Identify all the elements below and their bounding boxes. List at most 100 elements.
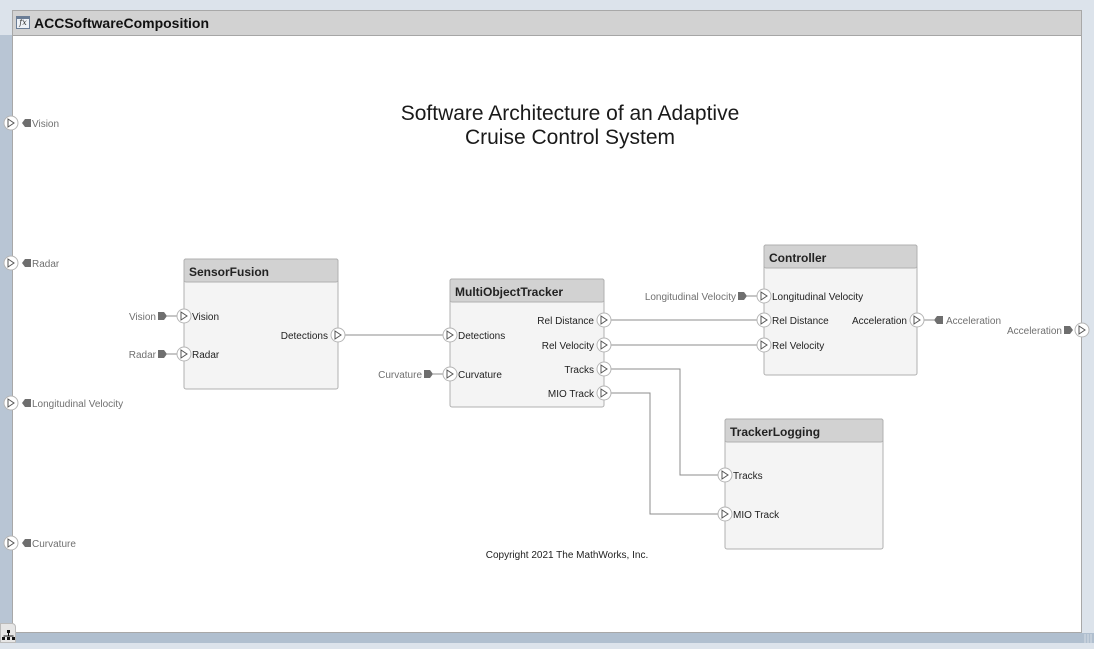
inport-label: Detections [458, 331, 505, 342]
external-input-tag [158, 350, 167, 358]
root-outport-circle[interactable] [1074, 322, 1090, 338]
outport-mio-track[interactable]: MIO Track [548, 385, 612, 401]
port-circle [3, 255, 19, 271]
port-circle [3, 535, 19, 551]
external-input-tag [738, 292, 747, 300]
root-inport-circle[interactable] [3, 395, 19, 411]
inport-circle[interactable] [717, 467, 733, 483]
port-circle [3, 395, 19, 411]
inport-rel-distance[interactable]: Rel Distance [756, 312, 829, 328]
external-input-label: Vision [129, 312, 156, 323]
outport-tracks[interactable]: Tracks [564, 361, 612, 377]
root-inport-circle[interactable] [3, 255, 19, 271]
root-inport-radar[interactable]: Radar [3, 255, 60, 271]
copyright-annotation: Copyright 2021 The MathWorks, Inc. [486, 550, 649, 561]
external-input-label: Radar [129, 350, 157, 361]
port-circle [442, 366, 458, 382]
root-inport-circle[interactable] [3, 535, 19, 551]
outport-circle[interactable] [596, 361, 612, 377]
inport-circle[interactable] [176, 346, 192, 362]
inport-circle[interactable] [442, 327, 458, 343]
port-circle [596, 385, 612, 401]
external-input-label: Longitudinal Velocity [645, 292, 736, 303]
diagram-title-line-2: Cruise Control System [465, 126, 675, 149]
outport-circle[interactable] [330, 327, 346, 343]
root-inport-curvature[interactable]: Curvature [3, 535, 76, 551]
inport-tracks[interactable]: Tracks [717, 467, 763, 483]
inport-circle[interactable] [717, 506, 733, 522]
port-circle [717, 467, 733, 483]
port-circle [756, 288, 772, 304]
port-circle [3, 115, 19, 131]
external-input-curvature[interactable]: Curvature [378, 370, 433, 381]
connection-mio-track[interactable] [611, 392, 718, 515]
root-inport-label: Vision [32, 119, 59, 130]
root-outport-acceleration[interactable]: Acceleration [1007, 322, 1090, 338]
inport-label: MIO Track [733, 510, 780, 521]
port-circle [717, 506, 733, 522]
external-output-tag [934, 316, 943, 324]
inport-curvature[interactable]: Curvature [442, 366, 502, 382]
inport-label: Longitudinal Velocity [772, 292, 863, 303]
outport-label: Rel Distance [537, 316, 594, 327]
diagram-title-line-1: Software Architecture of an Adaptive [401, 102, 740, 125]
inport-circle[interactable] [756, 312, 772, 328]
model-hierarchy-button[interactable] [0, 623, 16, 643]
inport-circle[interactable] [756, 337, 772, 353]
external-input-vision[interactable]: Vision [129, 312, 167, 323]
inport-label: Rel Distance [772, 316, 829, 327]
external-input-tag [158, 312, 167, 320]
connection-tracks[interactable] [611, 368, 718, 476]
port-circle [442, 327, 458, 343]
resize-grip-icon[interactable] [1082, 633, 1094, 643]
outport-circle[interactable] [596, 337, 612, 353]
component-controller[interactable]: Controller Longitudinal Velocity Rel Dista… [756, 244, 925, 376]
root-inport-tag [22, 259, 31, 267]
outport-rel-velocity[interactable]: Rel Velocity [542, 337, 612, 353]
external-input-radar[interactable]: Radar [129, 350, 167, 361]
component-sensorfusion[interactable]: SensorFusion Vision Radar Detections [176, 258, 346, 390]
component-name: TrackerLogging [730, 425, 820, 439]
component-name: SensorFusion [189, 265, 269, 279]
outport-circle[interactable] [596, 385, 612, 401]
inport-label: Vision [192, 312, 219, 323]
inport-radar[interactable]: Radar [176, 346, 220, 362]
port-circle [756, 312, 772, 328]
external-output-acceleration[interactable]: Acceleration [934, 316, 1001, 327]
outport-detections[interactable]: Detections [281, 327, 346, 343]
component-multiobjecttracker[interactable]: MultiObjectTracker Detections Curvature Rel… [442, 278, 612, 408]
root-outport-tag [1064, 326, 1073, 334]
inport-label: Radar [192, 350, 220, 361]
root-inport-circle[interactable] [3, 115, 19, 131]
root-inport-label: Curvature [32, 539, 76, 550]
outport-circle[interactable] [596, 312, 612, 328]
inport-circle[interactable] [442, 366, 458, 382]
port-circle [909, 312, 925, 328]
inport-label: Rel Velocity [772, 341, 824, 352]
root-inport-vision[interactable]: Vision [3, 115, 59, 131]
inport-circle[interactable] [756, 288, 772, 304]
inport-vision[interactable]: Vision [176, 308, 219, 324]
port-circle [176, 346, 192, 362]
port-circle [596, 361, 612, 377]
port-circle [176, 308, 192, 324]
outport-label: MIO Track [548, 389, 595, 400]
port-circle [1074, 322, 1090, 338]
external-input-tag [424, 370, 433, 378]
inport-rel-velocity[interactable]: Rel Velocity [756, 337, 824, 353]
inport-mio-track[interactable]: MIO Track [717, 506, 780, 522]
inport-detections[interactable]: Detections [442, 327, 505, 343]
external-input-longitudinal-velocity[interactable]: Longitudinal Velocity [645, 292, 747, 303]
outport-acceleration[interactable]: Acceleration [852, 312, 925, 328]
component-trackerlogging[interactable]: TrackerLogging Tracks MIO Track [717, 418, 884, 550]
outport-rel-distance[interactable]: Rel Distance [537, 312, 612, 328]
inport-circle[interactable] [176, 308, 192, 324]
root-outport-label: Acceleration [1007, 326, 1062, 337]
outport-circle[interactable] [909, 312, 925, 328]
component-name: Controller [769, 251, 827, 265]
inport-label: Curvature [458, 370, 502, 381]
outport-label: Detections [281, 331, 328, 342]
port-circle [756, 337, 772, 353]
root-inport-longitudinal-velocity[interactable]: Longitudinal Velocity [3, 395, 123, 411]
inport-longitudinal-velocity[interactable]: Longitudinal Velocity [756, 288, 863, 304]
